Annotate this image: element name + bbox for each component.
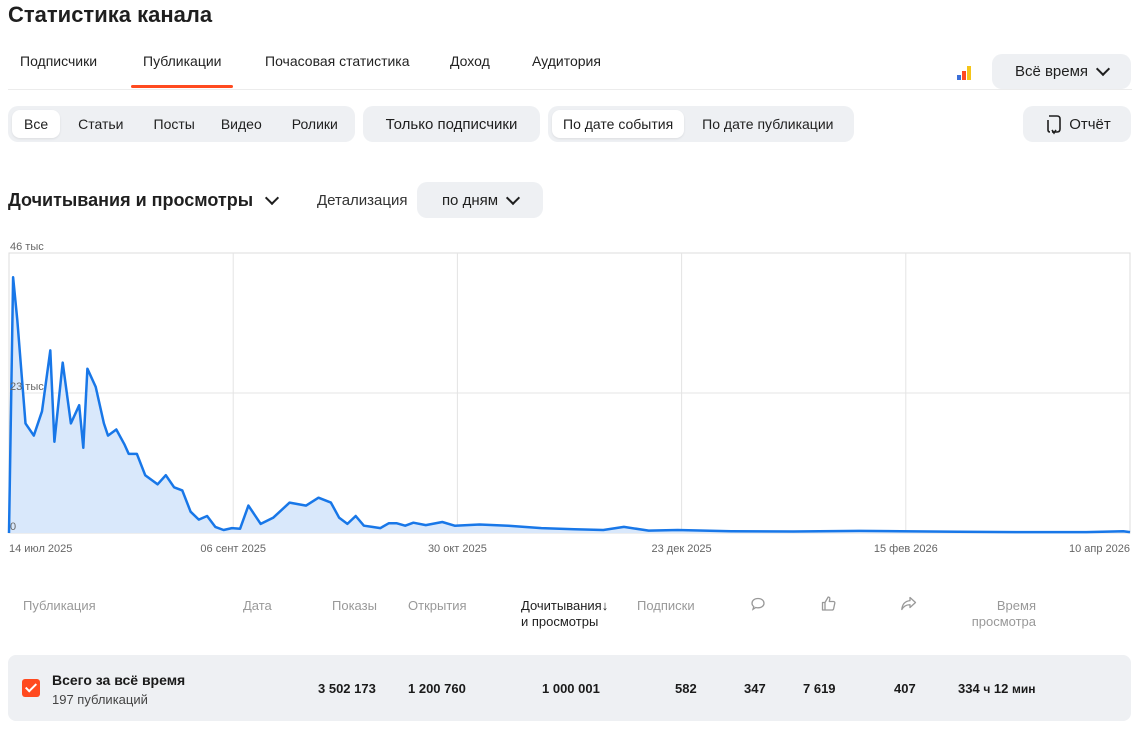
tabs-bar: Подписчики Публикации Почасовая статисти…: [0, 42, 930, 90]
total-view-time: 334 ч 12 мин: [958, 681, 1036, 696]
detail-value: по дням: [441, 191, 499, 209]
total-comments: 347: [744, 681, 766, 696]
date-mode-event[interactable]: По дате события: [552, 110, 685, 138]
filter-shorts[interactable]: Ролики: [280, 110, 350, 138]
y-tick-label: 46 тыс: [10, 241, 44, 253]
total-publications-count: 197 публикаций: [52, 692, 148, 707]
x-tick-label: 14 июл 2025: [9, 543, 72, 555]
tab-audience[interactable]: Аудитория: [532, 42, 601, 88]
col-shares[interactable]: [900, 596, 917, 615]
reads-views-chart[interactable]: 0 23 тыс 46 тыс 14 июл 2025 06 сент 2025 30 о…: [0, 236, 1140, 558]
report-icon: [1047, 115, 1062, 135]
total-view-time-minutes-unit: мин: [1012, 682, 1036, 696]
total-subs: 582: [675, 681, 697, 696]
period-dropdown[interactable]: Всё время: [992, 54, 1131, 89]
tab-subscribers[interactable]: Подписчики: [20, 42, 97, 88]
x-tick-label: 30 окт 2025: [428, 543, 487, 555]
col-publication[interactable]: Публикация: [23, 598, 96, 614]
chart-area-fill: [9, 277, 1130, 533]
period-label: Всё время: [1014, 63, 1089, 80]
date-mode-filter: По дате события По дате публикации: [548, 106, 854, 142]
detail-dropdown[interactable]: по дням: [417, 182, 543, 218]
total-reads: 1 000 001: [542, 681, 600, 696]
col-view-time-line2: просмотра: [971, 614, 1036, 629]
total-view-time-minutes: 12: [993, 681, 1009, 696]
chevron-down-icon: [265, 190, 280, 206]
comment-icon: [751, 597, 765, 611]
x-tick-label: 10 апр 2026: [1069, 543, 1130, 555]
metric-title: Дочитывания и просмотры: [8, 190, 254, 210]
total-opens: 1 200 760: [408, 681, 466, 696]
filter-posts[interactable]: Посты: [142, 110, 207, 138]
type-filter: Все Статьи Посты Видео Ролики: [8, 106, 355, 142]
x-tick-label: 06 сент 2025: [200, 543, 266, 555]
tab-hourly-stats[interactable]: Почасовая статистика: [265, 42, 410, 88]
y-tick-label: 23 тыс: [10, 381, 44, 393]
filter-articles[interactable]: Статьи: [66, 110, 135, 138]
total-shows: 3 502 173: [318, 681, 376, 696]
col-date[interactable]: Дата: [243, 598, 272, 614]
total-view-time-hours-unit: ч: [983, 682, 991, 696]
col-comments[interactable]: [750, 596, 766, 616]
date-mode-publication[interactable]: По дате публикации: [690, 110, 845, 138]
chevron-down-icon: [1095, 61, 1111, 77]
sort-arrow-icon: ↓: [601, 598, 609, 613]
metric-dropdown[interactable]: Дочитывания и просмотры: [8, 190, 280, 211]
bar-chart-icon[interactable]: [956, 62, 976, 80]
col-subs[interactable]: Подписки: [637, 598, 695, 614]
share-icon: [901, 596, 917, 611]
total-title: Всего за всё время: [52, 672, 186, 688]
y-tick-label: 0: [10, 521, 16, 533]
col-view-time-line1: Время: [996, 598, 1036, 613]
total-row: Всего за всё время 197 публикаций 3 502 …: [8, 655, 1131, 721]
total-row-checkbox[interactable]: [22, 679, 40, 697]
filter-all[interactable]: Все: [12, 110, 61, 138]
total-view-time-hours: 334: [958, 681, 980, 696]
total-shares: 407: [894, 681, 916, 696]
filter-video[interactable]: Видео: [209, 110, 274, 138]
report-button[interactable]: Отчёт: [1023, 106, 1131, 142]
col-reads-line2: и просмотры: [521, 614, 599, 629]
detail-label: Детализация: [317, 192, 408, 209]
tab-publications[interactable]: Публикации: [130, 42, 235, 88]
col-shows[interactable]: Показы: [332, 598, 377, 614]
report-label: Отчёт: [1069, 115, 1111, 133]
x-tick-label: 15 фев 2026: [874, 543, 938, 555]
tab-income[interactable]: Доход: [450, 42, 490, 88]
col-view-time[interactable]: Время просмотра: [971, 598, 1036, 630]
chevron-down-icon: [505, 190, 521, 205]
col-opens[interactable]: Открытия: [408, 598, 467, 614]
tabs-divider: [8, 89, 1132, 90]
subscribers-only-toggle[interactable]: Только подписчики: [363, 106, 540, 142]
col-reads[interactable]: Дочитывания↓ и просмотры: [521, 598, 608, 630]
x-tick-label: 23 дек 2025: [652, 543, 712, 555]
like-icon: [821, 596, 836, 611]
page-title: Статистика канала: [8, 2, 213, 27]
col-reads-line1: Дочитывания: [521, 598, 602, 613]
total-likes: 7 619: [803, 681, 836, 696]
col-likes[interactable]: [820, 595, 837, 616]
